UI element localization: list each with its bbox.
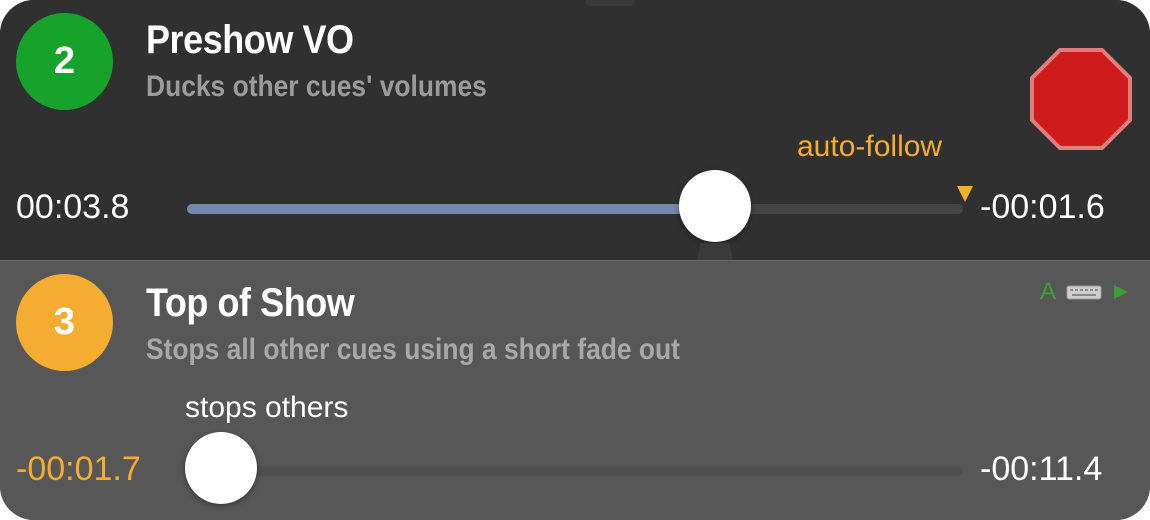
cue-row-3[interactable]: 3 Top of Show Stops all other cues using…: [0, 260, 1150, 520]
play-icon: [1114, 285, 1129, 299]
playhead-knob[interactable]: [679, 170, 751, 242]
cue-number-badge: 2: [16, 13, 113, 110]
trigger-status: A: [1040, 277, 1130, 307]
top-notch: [585, 0, 635, 6]
cue-number-badge: 3: [16, 274, 113, 371]
playhead-knob[interactable]: [185, 432, 257, 504]
stops-others-label: stops others: [185, 391, 349, 424]
cue-row-2[interactable]: 2 Preshow VO Ducks other cues' volumes a…: [0, 0, 1150, 261]
cue-subtitle: Stops all other cues using a short fade …: [146, 333, 680, 366]
remaining-time: -00:01.6: [980, 188, 1105, 226]
auto-follow-marker-icon: [957, 186, 973, 202]
keyboard-icon: [1066, 285, 1102, 300]
remaining-time: -00:11.4: [980, 450, 1103, 488]
progress-fill: [187, 204, 715, 214]
cue-list-panel: 2 Preshow VO Ducks other cues' volumes a…: [0, 0, 1150, 520]
progress-track[interactable]: [187, 204, 963, 214]
knob-notch: [697, 243, 733, 261]
stop-icon[interactable]: [1030, 48, 1132, 150]
elapsed-time: -00:01.7: [16, 450, 141, 488]
cue-subtitle: Ducks other cues' volumes: [146, 70, 487, 103]
cue-title: Preshow VO: [146, 18, 354, 62]
auto-follow-label: auto-follow: [797, 130, 943, 163]
elapsed-time: 00:03.8: [16, 188, 130, 226]
cue-title: Top of Show: [146, 281, 355, 325]
progress-track[interactable]: [187, 466, 963, 476]
status-letter: A: [1040, 278, 1057, 305]
